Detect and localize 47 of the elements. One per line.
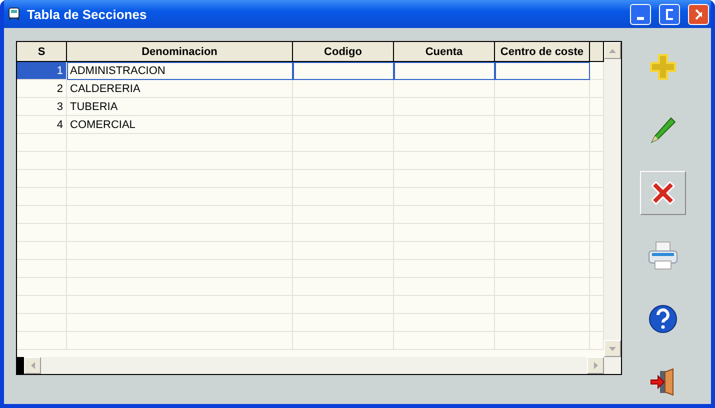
- maximize-button[interactable]: [659, 4, 680, 24]
- table-cell: CALDERERIA: [67, 80, 293, 98]
- delete-button[interactable]: [640, 171, 686, 215]
- column-header[interactable]: Codigo: [293, 42, 394, 62]
- table-cell: [17, 170, 67, 188]
- table-cell: [17, 224, 67, 242]
- table-cell: [17, 134, 67, 152]
- close-button[interactable]: [688, 4, 709, 24]
- table-cell: [17, 296, 67, 314]
- table-cell: [17, 260, 67, 278]
- column-header[interactable]: S: [17, 42, 67, 62]
- table-cell: [17, 314, 67, 332]
- help-icon: [648, 304, 678, 334]
- table-cell: 4: [17, 116, 67, 134]
- minimize-button[interactable]: [630, 4, 651, 24]
- right-arrow-icon: [594, 362, 598, 369]
- up-arrow-icon: [609, 48, 616, 52]
- table-cell: [17, 242, 67, 260]
- printer-icon: [647, 241, 679, 271]
- table-cell: COMERCIAL: [67, 116, 293, 134]
- table-cell: 1: [17, 62, 67, 80]
- left-arrow-icon: [30, 362, 34, 369]
- table-cell: ADMINISTRACION: [67, 62, 293, 80]
- down-arrow-icon: [609, 346, 616, 350]
- scroll-up-button[interactable]: [604, 42, 621, 59]
- column-header[interactable]: Centro de coste: [495, 42, 590, 62]
- app-icon: [7, 7, 21, 21]
- table-cell: 2: [17, 80, 67, 98]
- table-cell: [17, 152, 67, 170]
- scroll-left-button[interactable]: [24, 357, 41, 374]
- column-header[interactable]: Denominacion: [67, 42, 293, 62]
- table-cell: [17, 188, 67, 206]
- plus-icon: [649, 53, 677, 81]
- table-cell: 3: [17, 98, 67, 116]
- maximize-icon: [666, 8, 673, 20]
- column-header[interactable]: Cuenta: [394, 42, 495, 62]
- minimize-icon: [637, 16, 644, 20]
- table-cell: [17, 332, 67, 350]
- close-icon: [695, 8, 702, 20]
- scroll-right-button[interactable]: [587, 357, 604, 374]
- scroll-down-button[interactable]: [604, 340, 621, 357]
- pencil-icon: [649, 116, 677, 144]
- window-title: Tabla de Secciones: [27, 6, 148, 22]
- close-icon: [649, 179, 677, 207]
- table-cell: TUBERIA: [67, 98, 293, 116]
- table-cell: [17, 206, 67, 224]
- table-cell: [17, 278, 67, 296]
